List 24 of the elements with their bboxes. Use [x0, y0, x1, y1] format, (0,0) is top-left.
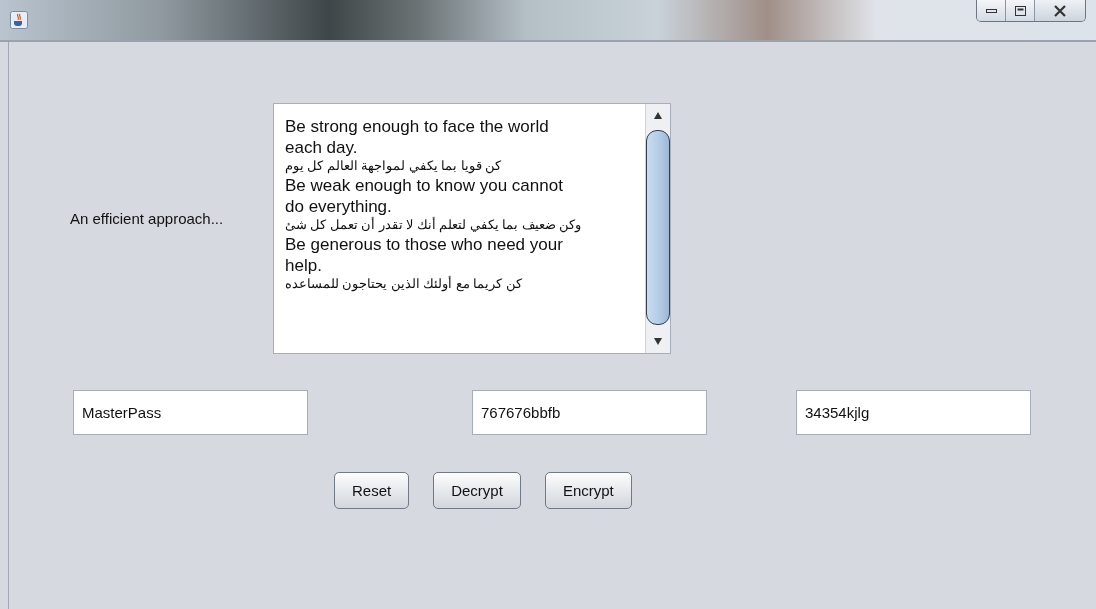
arabic-text-line: كن قويا بما يكفي لمواجهة العالم كل يوم — [285, 157, 502, 175]
text-area[interactable] — [273, 102, 671, 354]
text-paragraph: Be weak enough to know you cannot do everything. — [285, 174, 564, 217]
minimize-icon — [985, 8, 997, 13]
action-button[interactable]: Encrypt — [544, 472, 632, 509]
minimize-button[interactable] — [977, 0, 1005, 21]
text-paragraph: Be generous to those who need your help. — [285, 233, 564, 276]
text-paragraph: Be strong enough to face the world each day. — [285, 115, 550, 158]
action-button[interactable]: Reset — [334, 472, 410, 509]
arabic-text-line: كن كريما مع أولئك الذين يحتاجون للمساعده — [285, 275, 522, 293]
scrollbar[interactable] — [645, 103, 670, 353]
maximize-icon — [1014, 5, 1026, 16]
close-button[interactable] — [1034, 0, 1085, 21]
cup-icon — [10, 11, 28, 29]
input-field[interactable]: 767676bbfb — [472, 390, 707, 435]
arabic-text-line: وكن ضعيف بما يكفي لتعلم أنك لا تقدر أن تعمل كل شئ — [285, 216, 582, 234]
input-field[interactable]: 34354kjlg — [796, 390, 1031, 435]
description-label: An efficient approach... — [69, 209, 225, 227]
input-field[interactable]: MasterPass — [73, 390, 308, 435]
up-arrow-icon[interactable] — [653, 110, 663, 121]
down-arrow-icon[interactable] — [653, 335, 663, 346]
close-icon — [1054, 4, 1066, 17]
action-button[interactable]: Decrypt — [433, 472, 521, 509]
maximize-button[interactable] — [1005, 0, 1034, 21]
